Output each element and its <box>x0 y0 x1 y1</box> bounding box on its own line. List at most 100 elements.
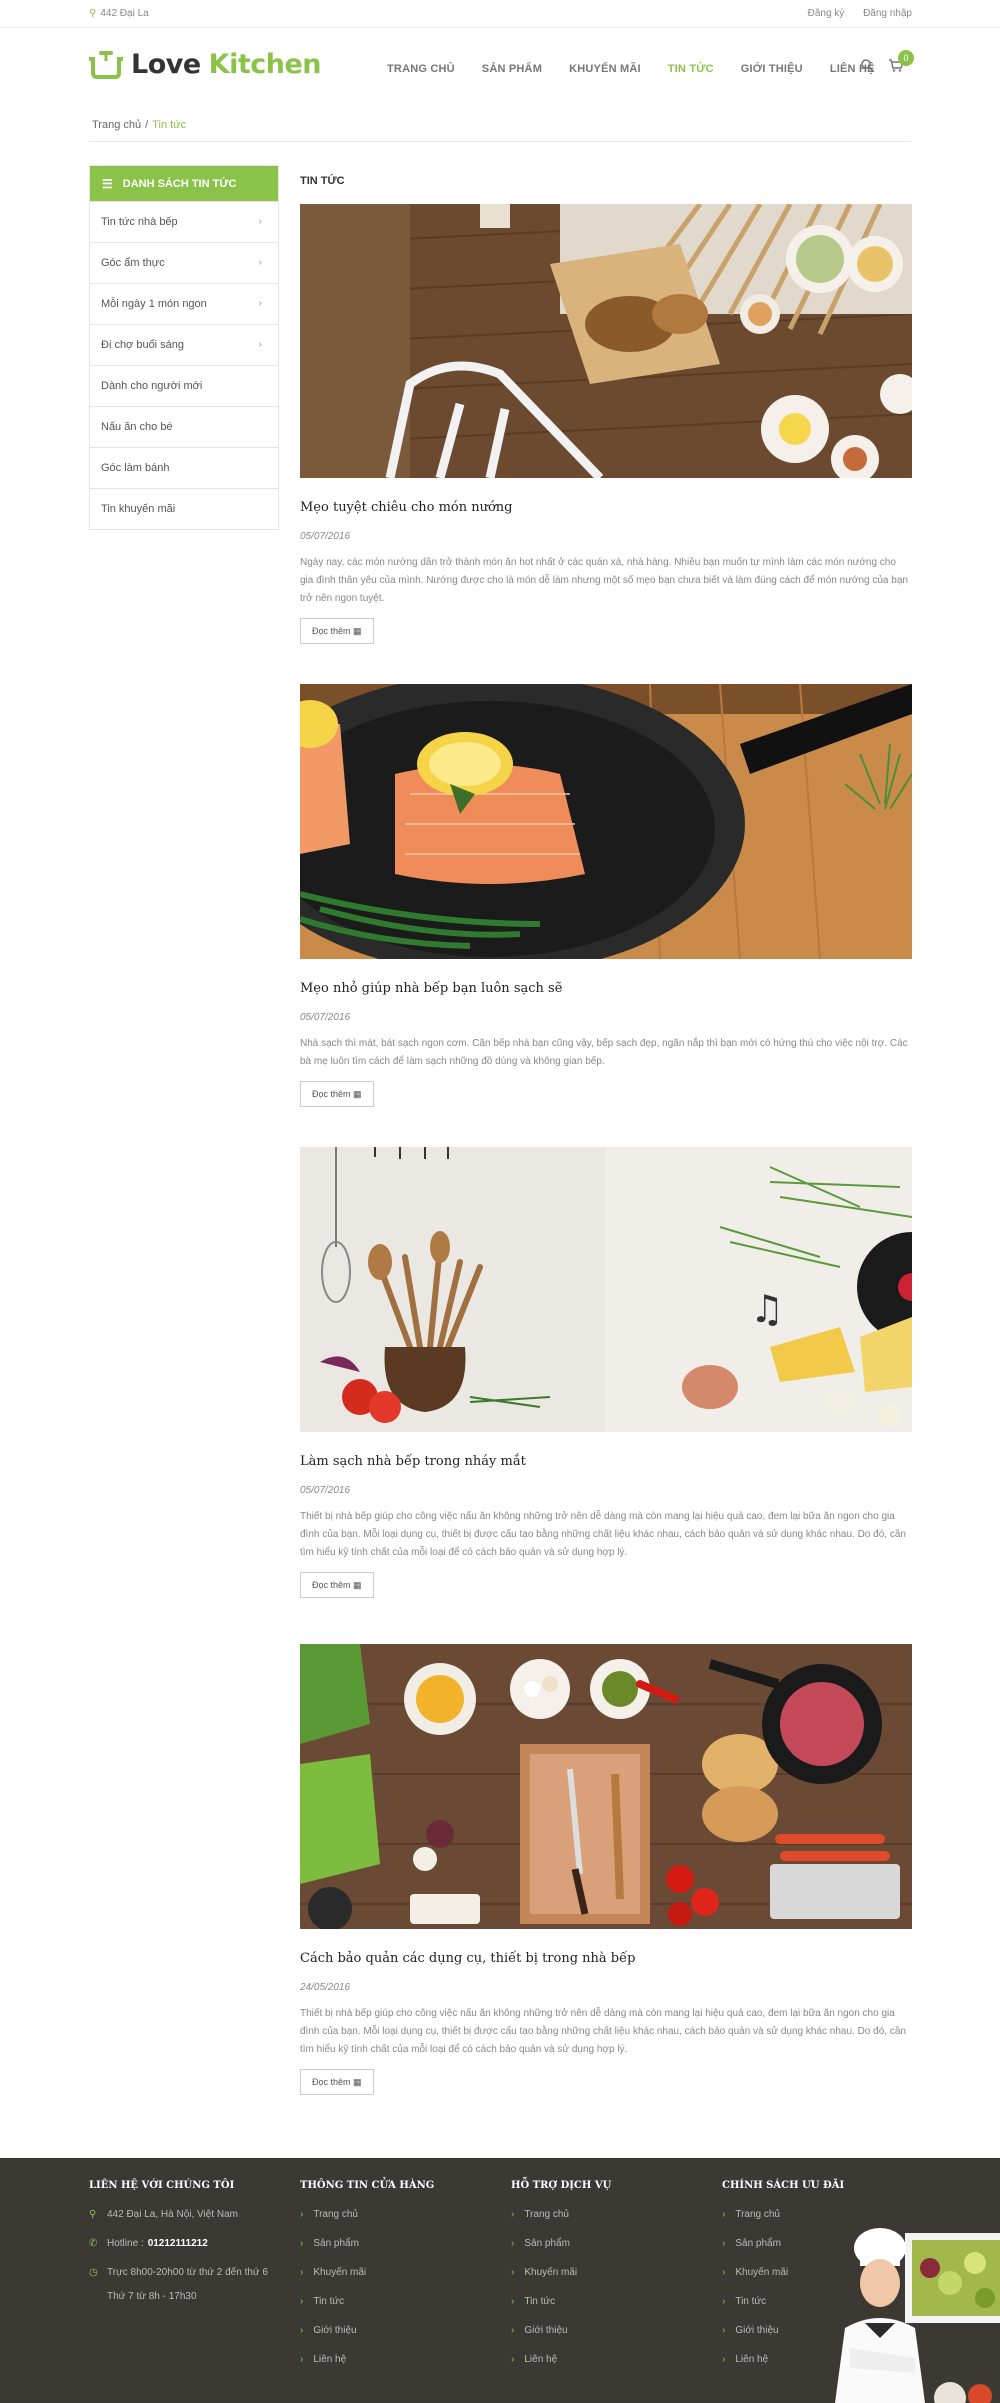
logo-word-love: Love <box>131 48 201 80</box>
sidebar-item-0[interactable]: Tin tức nhà bếp › <box>90 201 278 242</box>
chevron-right-icon: › <box>722 2354 726 2365</box>
top-bar: ⚲ 442 Đại La Đăng ký Đăng nhập <box>0 0 1000 28</box>
search-icon[interactable] <box>860 58 876 74</box>
post-title[interactable]: Mẹo tuyệt chiêu cho món nướng <box>300 500 912 515</box>
sidebar-item-4[interactable]: Dành cho người mới <box>90 365 278 406</box>
post-title[interactable]: Cách bảo quản các dụng cụ, thiết bị tron… <box>300 1951 912 1966</box>
footer-link[interactable]: › Trang chủ <box>511 2209 711 2238</box>
post-title[interactable]: Làm sạch nhà bếp trong nháy mắt <box>300 1454 912 1469</box>
chevron-right-icon: › <box>511 2209 515 2220</box>
nav-news[interactable]: TIN TỨC <box>668 63 714 75</box>
post-excerpt: Ngày nay, các món nướng dần trở thành mó… <box>300 557 908 604</box>
footer-store-info: THÔNG TIN CỬA HÀNG › Trang chủ › Sản phẩm › K… <box>300 2180 500 2383</box>
post-image-ingredients[interactable] <box>300 1644 912 1929</box>
sidebar-item-2[interactable]: Mỗi ngày 1 món ngon › <box>90 283 278 324</box>
cart-icon[interactable]: 0 <box>888 50 914 74</box>
hotline-number[interactable]: 01212111212 <box>148 2238 208 2249</box>
post-date: 24/05/2016 <box>300 1982 351 1993</box>
post-excerpt: Thiết bị nhà bếp giúp cho công việc nấu … <box>300 2008 906 2055</box>
clock-icon: ◷ <box>89 2267 98 2278</box>
chef-illustration <box>835 2228 1000 2403</box>
read-more-button[interactable]: Đọc thêm ▦ <box>300 1572 374 1598</box>
footer-link[interactable]: › Tin tức <box>511 2296 711 2325</box>
account-links: Đăng ký Đăng nhập <box>808 8 912 19</box>
chevron-right-icon: › <box>511 2267 515 2278</box>
chevron-right-icon: › <box>300 2238 304 2249</box>
read-more-button[interactable]: Đọc thêm ▦ <box>300 1081 374 1107</box>
book-icon: ▦ <box>353 2077 362 2087</box>
post-excerpt: Nhà sạch thì mát, bát sạch ngon cơm. Căn… <box>300 1038 908 1067</box>
book-icon: ▦ <box>353 1089 362 1099</box>
post-image-kitchen-tools[interactable]: ♫ <box>300 1147 912 1432</box>
sidebar-item-3[interactable]: Đi chợ buổi sáng › <box>90 324 278 365</box>
footer-link[interactable]: › Sản phẩm <box>300 2238 500 2267</box>
news-category-sidebar: ☰ DANH SÁCH TIN TỨC Tin tức nhà bếp › Góc … <box>89 165 279 530</box>
sidebar-item-7[interactable]: Tin khuyến mãi <box>90 488 278 529</box>
location-pin-icon: ⚲ <box>89 8 97 19</box>
section-title: TIN TỨC <box>300 175 345 187</box>
chevron-right-icon: › <box>300 2325 304 2336</box>
store-address: ⚲ 442 Đại La <box>89 8 149 19</box>
footer-link[interactable]: › Trang chủ <box>300 2209 500 2238</box>
main-nav: TRANG CHỦ SẢN PHẨM KHUYẾN MÃI TIN TỨC GI… <box>387 63 902 75</box>
chevron-right-icon[interactable]: › <box>259 257 262 268</box>
breadcrumb: Trang chủ / Tin tức <box>92 119 187 131</box>
footer-link[interactable]: › Liên hệ <box>300 2354 500 2383</box>
post-card: ♫ Làm sạch nhà bếp trong nháy mắt 05/07/… <box>300 1147 912 1598</box>
chevron-right-icon: › <box>722 2296 726 2307</box>
location-pin-icon: ⚲ <box>89 2209 97 2220</box>
footer-support: HỖ TRỢ DỊCH VỤ › Trang chủ › Sản phẩm › Khuyế… <box>511 2180 711 2383</box>
chevron-right-icon[interactable]: › <box>259 298 262 309</box>
register-link[interactable]: Đăng ký <box>808 8 845 19</box>
footer-contact: LIÊN HỆ VỚI CHÚNG TÔI ⚲ 442 Đại La, Hà Nộ… <box>89 2180 268 2302</box>
chevron-right-icon: › <box>722 2209 726 2220</box>
phone-icon: ✆ <box>89 2238 98 2249</box>
breadcrumb-home[interactable]: Trang chủ <box>92 119 141 131</box>
sidebar-header: ☰ DANH SÁCH TIN TỨC <box>90 166 278 201</box>
footer-link[interactable]: › Giới thiệu <box>300 2325 500 2354</box>
post-title[interactable]: Mẹo nhỏ giúp nhà bếp bạn luôn sạch sẽ <box>300 981 912 996</box>
footer-link[interactable]: › Liên hệ <box>511 2354 711 2383</box>
footer-link[interactable]: › Khuyến mãi <box>511 2267 711 2296</box>
chevron-right-icon: › <box>722 2238 726 2249</box>
post-date: 05/07/2016 <box>300 531 351 542</box>
nav-products[interactable]: SẢN PHẨM <box>482 63 542 75</box>
footer-link[interactable]: › Giới thiệu <box>511 2325 711 2354</box>
chevron-right-icon: › <box>511 2296 515 2307</box>
chevron-right-icon: › <box>511 2325 515 2336</box>
footer-link[interactable]: › Khuyến mãi <box>300 2267 500 2296</box>
read-more-button[interactable]: Đọc thêm ▦ <box>300 618 374 644</box>
book-icon: ▦ <box>353 626 362 636</box>
post-excerpt: Thiết bị nhà bếp giúp cho công việc nấu … <box>300 1511 906 1558</box>
sidebar-item-5[interactable]: Nấu ăn cho bé <box>90 406 278 447</box>
footer-link[interactable]: › Sản phẩm <box>511 2238 711 2267</box>
sidebar-item-6[interactable]: Góc làm bánh <box>90 447 278 488</box>
header-icons: 0 <box>860 50 916 74</box>
post-date: 05/07/2016 <box>300 1012 351 1023</box>
footer-link[interactable]: › Tin tức <box>300 2296 500 2325</box>
chevron-right-icon[interactable]: › <box>259 216 262 227</box>
post-card: Mẹo nhỏ giúp nhà bếp bạn luôn sạch sẽ 05… <box>300 684 912 1107</box>
chevron-right-icon[interactable]: › <box>259 339 262 350</box>
login-link[interactable]: Đăng nhập <box>863 8 912 19</box>
post-card: Mẹo tuyệt chiêu cho món nướng 05/07/2016… <box>300 204 912 644</box>
chevron-right-icon: › <box>511 2354 515 2365</box>
cart-count-badge: 0 <box>898 50 914 66</box>
post-image-salmon[interactable] <box>300 684 912 959</box>
chevron-right-icon: › <box>300 2296 304 2307</box>
read-more-button[interactable]: Đọc thêm ▦ <box>300 2069 374 2095</box>
book-icon: ▦ <box>353 1580 362 1590</box>
sidebar-item-1[interactable]: Góc ẩm thực › <box>90 242 278 283</box>
site-logo[interactable]: Love Kitchen <box>89 46 322 82</box>
breadcrumb-current: Tin tức <box>152 119 187 131</box>
pot-logo-icon <box>89 51 123 79</box>
menu-bars-icon: ☰ <box>102 176 113 191</box>
chevron-right-icon: › <box>300 2354 304 2365</box>
breadcrumb-divider <box>89 141 911 142</box>
nav-home[interactable]: TRANG CHỦ <box>387 63 455 75</box>
logo-word-kitchen: Kitchen <box>208 48 322 80</box>
nav-about[interactable]: GIỚI THIỆU <box>741 63 803 75</box>
post-image-bbq[interactable] <box>300 204 912 478</box>
nav-promotions[interactable]: KHUYẾN MÃI <box>569 63 641 75</box>
post-card: Cách bảo quản các dụng cụ, thiết bị tron… <box>300 1644 912 2095</box>
